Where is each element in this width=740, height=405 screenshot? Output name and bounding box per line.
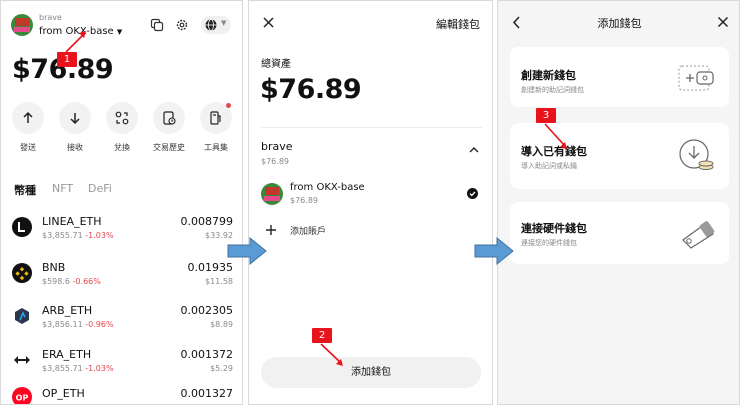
pointer-arrow-icon <box>65 31 86 53</box>
token-name: BNB <box>42 261 66 274</box>
history-label: 交易歷史 <box>153 143 185 152</box>
add-account-label: 添加賬戶 <box>290 227 327 237</box>
network-selector[interactable]: ▼ <box>201 16 231 34</box>
token-row[interactable]: ERA_ETH $3,855.71 -1.03% 0.001372 $5.29 <box>1 342 242 382</box>
card-subtitle: 導入助記詞或私鑰 <box>521 162 577 170</box>
page-title: 添加錢包 <box>597 17 642 30</box>
swap-button[interactable] <box>106 102 138 134</box>
token-row[interactable]: LINEA_ETH $3,855.71 -1.03% 0.008799 $33.… <box>1 209 242 249</box>
gear-icon[interactable] <box>175 18 189 32</box>
globe-icon <box>205 19 217 31</box>
wallet-group-name: brave <box>261 140 293 153</box>
token-name: OP_ETH <box>42 387 85 400</box>
arrow-down-icon <box>70 113 80 125</box>
pointer-arrow-icon <box>544 123 567 149</box>
token-amount: 0.002305 <box>180 304 234 317</box>
check-icon <box>467 188 478 199</box>
divider <box>261 127 482 128</box>
pointer-arrow-icon <box>320 343 343 366</box>
token-row[interactable]: OP OP_ETH 0.001327 <box>1 381 242 404</box>
total-assets-value: $76.89 <box>260 74 362 105</box>
svg-text:OP: OP <box>16 394 29 403</box>
close-icon[interactable] <box>262 16 275 29</box>
token-value: $11.58 <box>205 277 233 286</box>
swap-icon <box>115 111 129 125</box>
send-label: 發送 <box>20 143 36 152</box>
token-row[interactable]: ARB_ETH $3,856.11 -0.96% 0.002305 $8.89 <box>1 298 242 338</box>
arbitrum-icon <box>12 306 32 326</box>
token-price: $598.6 -0.66% <box>42 277 101 286</box>
optimism-icon: OP <box>12 387 32 404</box>
import-wallet-icon <box>679 139 714 170</box>
token-amount: 0.001372 <box>180 348 234 361</box>
history-button[interactable] <box>153 102 185 134</box>
linea-icon <box>12 217 32 237</box>
token-value: $8.89 <box>210 320 233 329</box>
wallet-group-value: $76.89 <box>261 157 289 166</box>
history-icon <box>163 111 176 125</box>
add-account-row[interactable]: 添加賬戶 <box>249 220 492 240</box>
hardware-wallet-card[interactable]: 連接硬件錢包 連接您的硬件錢包 <box>510 202 729 264</box>
card-title: 創建新錢包 <box>521 69 576 82</box>
card-title: 連接硬件錢包 <box>521 222 587 235</box>
chevron-up-icon[interactable] <box>469 146 479 154</box>
edit-wallet-link[interactable]: 編輯錢包 <box>436 16 480 32</box>
wallet-name: brave <box>39 13 62 22</box>
tab-defi[interactable]: DeFi <box>88 182 112 195</box>
add-wallet-button[interactable]: 添加錢包 <box>261 357 481 388</box>
create-wallet-icon <box>678 65 714 91</box>
account-avatar <box>261 183 283 205</box>
hardware-wallet-icon <box>682 221 715 249</box>
wallet-list-panel: 編輯錢包 總資產 $76.89 brave $76.89 from OKX-ba… <box>248 0 493 405</box>
bnb-icon <box>12 263 32 283</box>
create-wallet-card[interactable]: 創建新錢包 創建新的助記詞錢包 <box>510 47 729 107</box>
tools-label: 工具集 <box>204 143 228 152</box>
receive-button[interactable] <box>59 102 91 134</box>
zksync-icon <box>12 350 32 370</box>
card-subtitle: 創建新的助記詞錢包 <box>521 86 584 94</box>
token-price: $3,855.71 -1.03% <box>42 231 114 240</box>
close-icon[interactable] <box>717 16 729 28</box>
total-assets-label: 總資產 <box>261 59 291 70</box>
tab-nft[interactable]: NFT <box>52 182 73 195</box>
token-name: ARB_ETH <box>42 304 93 317</box>
chevron-down-icon: ▼ <box>221 19 227 27</box>
send-button[interactable] <box>12 102 44 134</box>
flow-arrow-icon <box>227 237 267 265</box>
account-name: from OKX-base <box>290 182 365 193</box>
token-amount: 0.001327 <box>180 387 234 400</box>
token-row[interactable]: BNB $598.6 -0.66% 0.01935 $11.58 <box>1 255 242 295</box>
step-label: 3 <box>536 108 556 123</box>
token-value: $5.29 <box>210 364 233 373</box>
token-name: LINEA_ETH <box>42 215 102 228</box>
caret-down-icon: ▼ <box>116 28 123 36</box>
card-subtitle: 連接您的硬件錢包 <box>521 239 577 247</box>
wallet-home-panel: brave from OKX-base ▼ ▼ $76.89 發送 接收 兌換 <box>0 0 243 405</box>
swap-label: 兌換 <box>114 143 130 152</box>
step-label: 1 <box>57 52 77 67</box>
token-price: $3,856.11 -0.96% <box>42 320 114 329</box>
tab-tokens[interactable]: 幣種 <box>14 182 36 198</box>
add-wallet-panel: 添加錢包 創建新錢包 創建新的助記詞錢包 導入已有錢包 導入助記詞或私鑰 連接硬… <box>497 0 740 405</box>
receive-label: 接收 <box>67 143 83 152</box>
plus-icon <box>266 225 276 235</box>
notification-dot <box>226 103 231 108</box>
token-price: $3,855.71 -1.03% <box>42 364 114 373</box>
step-label: 2 <box>312 328 332 343</box>
copy-icon[interactable] <box>150 18 164 32</box>
token-amount: 0.008799 <box>180 215 234 228</box>
token-name: ERA_ETH <box>42 348 92 361</box>
flow-arrow-icon <box>474 237 514 265</box>
wallet-avatar[interactable] <box>11 14 33 36</box>
tools-icon <box>210 111 221 125</box>
account-row[interactable]: from OKX-base $76.89 <box>249 179 492 213</box>
arrow-up-icon <box>23 111 33 123</box>
account-value: $76.89 <box>290 196 318 205</box>
